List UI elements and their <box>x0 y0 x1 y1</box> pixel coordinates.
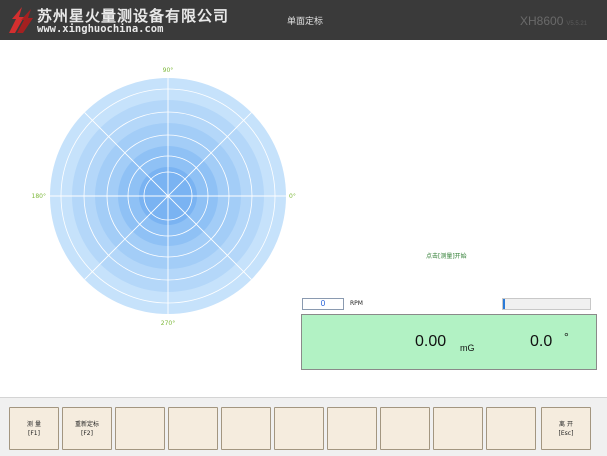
result-panel: 0.00 mG 0.0 ° <box>301 314 597 370</box>
fkey-empty-8[interactable] <box>380 407 430 450</box>
model-label: XH8600 V5.5.21 <box>520 14 587 28</box>
magnitude-unit: mG <box>460 343 475 353</box>
title-bar: 苏州星火量测设备有限公司 www.xinghuochina.com 单面定标 X… <box>0 0 607 40</box>
angle-unit: ° <box>564 330 569 344</box>
fkey-empty-5[interactable] <box>221 407 271 450</box>
fkey-label: 重新定标 <box>74 421 99 428</box>
spark-logo-icon <box>9 7 33 33</box>
measure-button[interactable]: 测 量 [F1] <box>9 407 59 450</box>
fkey-empty-4[interactable] <box>168 407 218 450</box>
rpm-value: 0 <box>302 298 344 310</box>
start-hint: 点击[测量]开始 <box>426 253 467 260</box>
recalibrate-button[interactable]: 重新定标 [F2] <box>62 407 112 450</box>
fkey-empty-7[interactable] <box>327 407 377 450</box>
angle-label-270: 270° <box>161 320 175 327</box>
unbalance-magnitude: 0.00 <box>415 333 447 350</box>
function-key-bar: 测 量 [F1] 重新定标 [F2] 离 开 [Esc] <box>0 397 607 456</box>
page-title: 单面定标 <box>286 17 323 27</box>
angle-label-0: 0° <box>289 193 296 200</box>
angle-label-180: 180° <box>32 193 46 200</box>
polar-grid-spokes <box>44 72 292 320</box>
exit-button[interactable]: 离 开 [Esc] <box>541 407 591 450</box>
fkey-label: 离 开 <box>559 421 573 428</box>
fkey-shortcut: [Esc] <box>558 430 574 437</box>
polar-target-chart: 90° 180° 0° 270° <box>32 67 296 327</box>
fkey-empty-10[interactable] <box>486 407 536 450</box>
fkey-shortcut: [F2] <box>81 430 93 437</box>
angle-label-90: 90° <box>163 67 174 74</box>
measurement-progress <box>502 298 591 310</box>
fkey-empty-3[interactable] <box>115 407 165 450</box>
fkey-empty-6[interactable] <box>274 407 324 450</box>
rpm-unit: RPM <box>350 300 363 307</box>
company-website: www.xinghuochina.com <box>37 23 164 35</box>
progress-fill <box>503 299 505 309</box>
model-name: XH8600 <box>520 14 564 28</box>
fkey-shortcut: [F1] <box>28 430 40 437</box>
fkey-empty-9[interactable] <box>433 407 483 450</box>
fkey-label: 测 量 <box>27 421 41 428</box>
version-label: V5.5.21 <box>566 21 588 27</box>
unbalance-angle: 0.0 <box>530 333 553 350</box>
